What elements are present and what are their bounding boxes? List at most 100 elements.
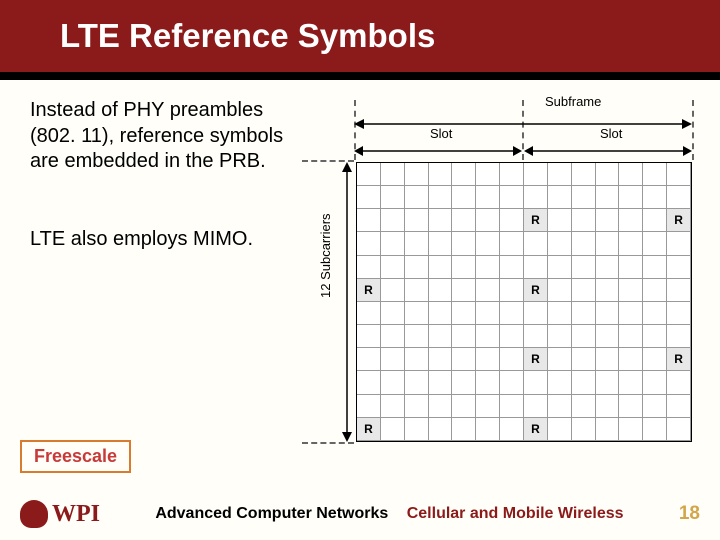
grid-cell: [429, 348, 453, 371]
grid-cell: [381, 348, 405, 371]
grid-cell: [596, 348, 620, 371]
grid-cell: [643, 209, 667, 232]
grid-cell: [548, 186, 572, 209]
grid-cell: [476, 256, 500, 279]
grid-cell: [500, 325, 524, 348]
grid-cell: [667, 279, 691, 302]
grid-cell: [381, 418, 405, 441]
divider: [0, 72, 720, 80]
grid-cell: [500, 256, 524, 279]
grid-cell: [476, 232, 500, 255]
grid-cell: [452, 279, 476, 302]
grid-cell: [548, 395, 572, 418]
grid-cell: [643, 279, 667, 302]
grid-cell: [596, 256, 620, 279]
grid-cell: [596, 279, 620, 302]
reference-symbol-cell: R: [667, 209, 691, 232]
subcarrier-arrow: [340, 162, 354, 442]
lte-grid-diagram: Subframe Slot Slot 12 Subcarriers RRRRRR…: [300, 98, 700, 458]
grid-cell: [357, 209, 381, 232]
grid-cell: [357, 256, 381, 279]
grid-cell: [548, 209, 572, 232]
grid-cell: [572, 256, 596, 279]
topic-name: Cellular and Mobile Wireless: [407, 505, 624, 522]
grid-cell: [357, 325, 381, 348]
grid-cell: [596, 209, 620, 232]
subframe-label: Subframe: [545, 94, 601, 109]
grid-cell: [500, 163, 524, 186]
grid-cell: [548, 256, 572, 279]
grid-cell: [643, 256, 667, 279]
diagram-area: Subframe Slot Slot 12 Subcarriers RRRRRR…: [300, 98, 710, 458]
reference-symbol-cell: R: [524, 348, 548, 371]
grid-cell: [429, 418, 453, 441]
grid-cell: [381, 371, 405, 394]
logo-text: WPI: [52, 501, 100, 528]
grid-cell: [452, 232, 476, 255]
grid-cell: [524, 186, 548, 209]
grid-cell: [476, 186, 500, 209]
grid-cell: [572, 325, 596, 348]
wpi-logo: WPI: [20, 500, 100, 528]
grid-cell: [476, 279, 500, 302]
grid-cell: [524, 325, 548, 348]
grid-cell: [429, 325, 453, 348]
grid-cell: [596, 395, 620, 418]
grid-cell: [596, 163, 620, 186]
grid-cell: [429, 279, 453, 302]
grid-cell: [619, 418, 643, 441]
grid-cell: [452, 163, 476, 186]
grid-cell: [476, 348, 500, 371]
reference-symbol-cell: R: [524, 209, 548, 232]
grid-cell: [500, 186, 524, 209]
grid-cell: [476, 163, 500, 186]
resource-grid: RRRRRRRR: [356, 162, 692, 442]
grid-cell: [572, 348, 596, 371]
grid-cell: [667, 302, 691, 325]
grid-cell: [596, 325, 620, 348]
grid-cell: [452, 325, 476, 348]
grid-cell: [548, 371, 572, 394]
grid-cell: [572, 163, 596, 186]
reference-symbol-cell: R: [524, 279, 548, 302]
grid-cell: [405, 279, 429, 302]
slot-label-1: Slot: [430, 126, 452, 141]
footer: WPI Advanced Computer Networks Cellular …: [0, 500, 720, 528]
grid-cell: [572, 371, 596, 394]
grid-cell: [405, 371, 429, 394]
grid-cell: [667, 371, 691, 394]
grid-cell: [405, 256, 429, 279]
grid-cell: [619, 186, 643, 209]
grid-cell: [667, 256, 691, 279]
grid-cell: [429, 302, 453, 325]
paragraph-1: Instead of PHY preambles (802. 11), refe…: [30, 98, 300, 175]
grid-cell: [476, 325, 500, 348]
grid-cell: [452, 209, 476, 232]
subframe-arrow: [354, 116, 692, 132]
grid-cell: [500, 418, 524, 441]
grid-cell: [500, 371, 524, 394]
grid-cell: [619, 348, 643, 371]
grid-cell: [619, 395, 643, 418]
grid-cell: [357, 348, 381, 371]
grid-cell: [524, 232, 548, 255]
grid-cell: [381, 209, 405, 232]
grid-cell: [667, 232, 691, 255]
body-text: Instead of PHY preambles (802. 11), refe…: [30, 98, 300, 458]
grid-cell: [548, 232, 572, 255]
grid-cell: [548, 418, 572, 441]
grid-cell: [572, 418, 596, 441]
grid-cell: [572, 209, 596, 232]
grid-cell: [357, 302, 381, 325]
grid-cell: [357, 232, 381, 255]
grid-cell: [500, 279, 524, 302]
grid-cell: [572, 186, 596, 209]
grid-cell: [452, 302, 476, 325]
grid-cell: [572, 279, 596, 302]
grid-cell: [524, 163, 548, 186]
grid-cell: [452, 418, 476, 441]
grid-cell: [643, 186, 667, 209]
grid-cell: [452, 395, 476, 418]
grid-cell: [476, 371, 500, 394]
grid-cell: [643, 418, 667, 441]
